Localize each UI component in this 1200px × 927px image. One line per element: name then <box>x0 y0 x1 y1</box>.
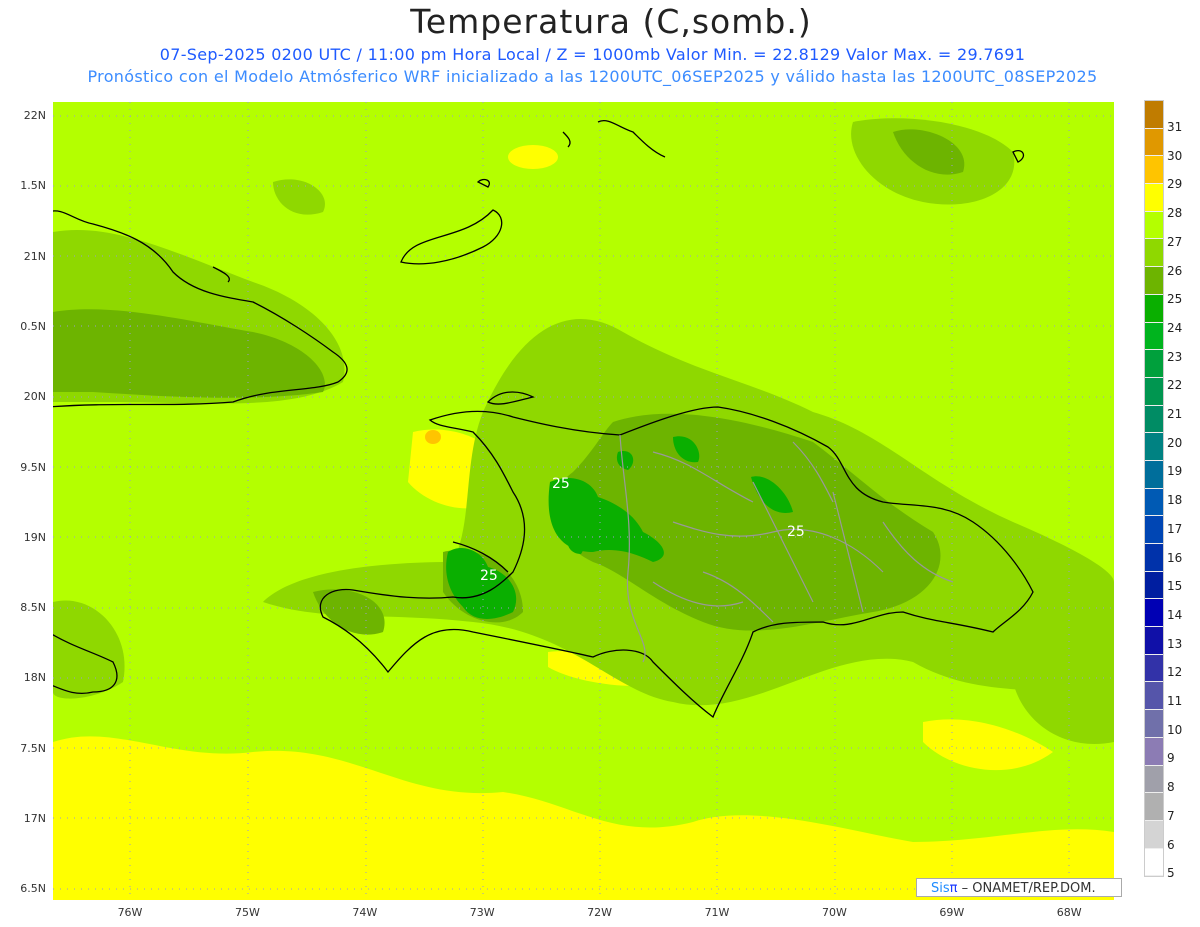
colorbar-label: 18 <box>1167 493 1183 508</box>
colorbar-segment <box>1145 211 1163 240</box>
latitude-label: 0.5N <box>20 319 46 333</box>
subtitle-model-info: Pronóstico con el Modelo Atmósferico WRF… <box>87 67 1098 86</box>
colorbar <box>1144 100 1164 878</box>
credit-sis: Sis <box>931 881 950 896</box>
latitude-label: 9.5N <box>20 460 46 474</box>
colorbar-label: 7 <box>1167 808 1175 823</box>
longitude-label: 72W <box>587 906 613 919</box>
colorbar-segment <box>1145 682 1163 711</box>
longitude-label: 74W <box>352 906 378 919</box>
colorbar-segment <box>1145 377 1163 406</box>
latitude-label: 1.5N <box>20 179 46 193</box>
colorbar-label: 16 <box>1167 550 1183 565</box>
colorbar-segment <box>1145 101 1163 129</box>
colorbar-segment <box>1145 820 1163 849</box>
colorbar-segment <box>1145 239 1163 268</box>
longitude-label: 76W <box>117 906 143 919</box>
colorbar-segment <box>1145 737 1163 766</box>
credit-text: – ONAMET/REP.DOM. <box>961 881 1096 896</box>
colorbar-label: 8 <box>1167 780 1175 795</box>
latitude-label: 22N <box>23 109 46 122</box>
colorbar-segment <box>1145 267 1163 295</box>
colorbar-label: 10 <box>1167 722 1183 737</box>
colorbar-segment <box>1145 516 1163 544</box>
longitude-label: 70W <box>821 906 847 919</box>
longitude-label: 68W <box>1056 906 1082 919</box>
colorbar-segment <box>1145 322 1163 351</box>
credit-box: Sisπ – ONAMET/REP.DOM. <box>916 878 1122 897</box>
colorbar-segment <box>1145 433 1163 461</box>
latitude-label: 7.5N <box>20 741 46 755</box>
colorbar-label: 20 <box>1167 435 1183 450</box>
colorbar-label: 31 <box>1167 120 1183 134</box>
latitude-label: 19N <box>23 530 46 544</box>
longitude-label: 71W <box>704 906 730 919</box>
colorbar-segment <box>1145 544 1163 572</box>
contour-label: 25 <box>552 476 570 492</box>
colorbar-segment <box>1145 765 1163 794</box>
colorbar-label: 26 <box>1167 263 1183 278</box>
latitude-label: 8.5N <box>20 601 46 615</box>
colorbar-label: 21 <box>1167 407 1183 421</box>
colorbar-label: 27 <box>1167 234 1183 249</box>
colorbar-label: 9 <box>1167 751 1175 766</box>
colorbar-label: 29 <box>1167 177 1183 192</box>
colorbar-segment <box>1145 156 1163 185</box>
contour-label: 25 <box>480 568 498 584</box>
colorbar-label: 11 <box>1167 694 1183 708</box>
chart-title: Temperatura (C,somb.) <box>410 2 812 41</box>
colorbar-label: 22 <box>1167 378 1183 393</box>
colorbar-segment <box>1145 627 1163 655</box>
credit-pi: π <box>949 881 958 896</box>
longitude-label: 73W <box>469 906 495 919</box>
colorbar-segment <box>1145 294 1163 323</box>
latitude-label: 17N <box>23 812 46 825</box>
latitude-label: 6.5N <box>20 882 46 896</box>
colorbar-segment <box>1145 350 1163 378</box>
colorbar-label: 19 <box>1167 464 1183 479</box>
temperature-map: 25 25 25 <box>53 102 1114 900</box>
colorbar-label: 25 <box>1167 292 1183 307</box>
latitude-label: 20N <box>23 390 46 404</box>
colorbar-label: 5 <box>1167 866 1175 881</box>
colorbar-label: 12 <box>1167 665 1183 680</box>
colorbar-label: 23 <box>1167 349 1183 364</box>
longitude-label: 75W <box>234 906 260 919</box>
colorbar-label: 6 <box>1167 837 1175 852</box>
colorbar-label: 17 <box>1167 521 1183 536</box>
colorbar-segment <box>1145 488 1163 517</box>
colorbar-segment <box>1145 128 1163 157</box>
colorbar-label: 15 <box>1167 579 1183 594</box>
subtitle-valid-time: 07-Sep-2025 0200 UTC / 11:00 pm Hora Loc… <box>159 45 1026 64</box>
colorbar-label: 13 <box>1167 636 1183 651</box>
colorbar-label: 14 <box>1167 607 1183 622</box>
colorbar-segment <box>1145 710 1163 738</box>
colorbar-label: 30 <box>1167 148 1183 163</box>
colorbar-segment <box>1145 184 1163 212</box>
colorbar-segment <box>1145 654 1163 683</box>
colorbar-label: 28 <box>1167 206 1183 221</box>
colorbar-segment <box>1145 848 1163 877</box>
colorbar-label: 24 <box>1167 320 1183 335</box>
latitude-label: 18N <box>23 671 46 685</box>
colorbar-segment <box>1145 793 1163 821</box>
colorbar-segment <box>1145 460 1163 489</box>
contour-label: 25 <box>787 524 805 540</box>
colorbar-segment <box>1145 405 1163 434</box>
latitude-label: 21N <box>23 249 46 263</box>
colorbar-segment <box>1145 599 1163 628</box>
longitude-label: 69W <box>939 906 965 919</box>
colorbar-segment <box>1145 571 1163 600</box>
